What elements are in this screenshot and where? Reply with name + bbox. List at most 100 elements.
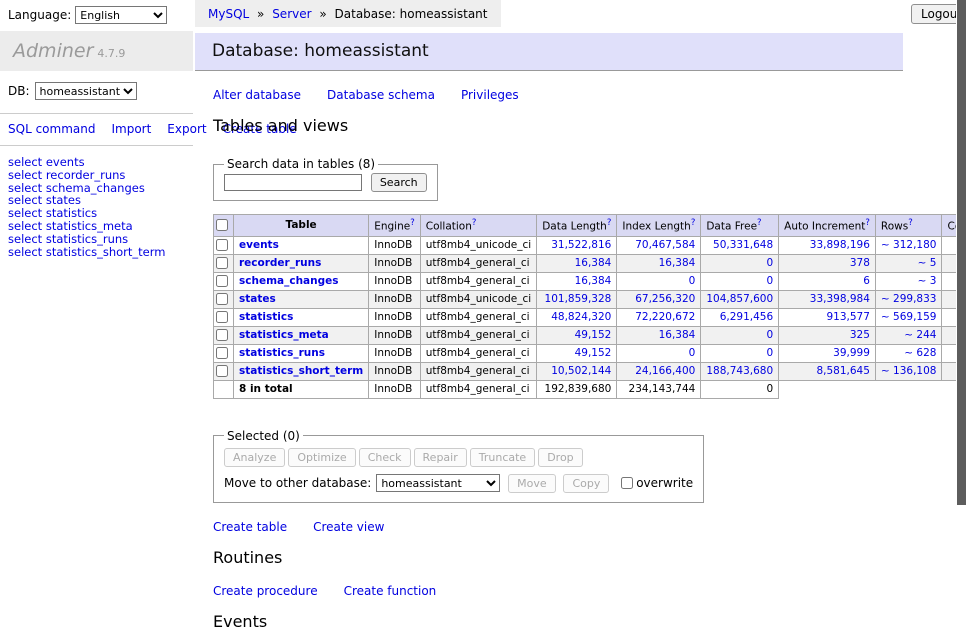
auto-increment-cell: 325: [779, 326, 876, 344]
table-name-cell: statistics_meta: [234, 326, 369, 344]
table-row: schema_changesInnoDButf8mb4_general_ci16…: [214, 272, 966, 290]
search-input[interactable]: [224, 174, 362, 191]
sidebar-item-select-events[interactable]: select events: [8, 156, 185, 169]
scrollbar-thumb[interactable]: [957, 0, 966, 505]
action-link-privileges[interactable]: Privileges: [461, 88, 519, 102]
column-label: Rows: [881, 221, 908, 233]
routine-link-create-procedure[interactable]: Create procedure: [213, 584, 318, 598]
row-checkbox[interactable]: [216, 275, 228, 287]
rows-cell: ~ 299,833: [875, 290, 942, 308]
sidebar-item-select-recorder-runs[interactable]: select recorder_runs: [8, 169, 185, 182]
total-blank-cell: [779, 380, 876, 398]
menu-link-import[interactable]: Import: [111, 122, 151, 136]
breadcrumb-link-mysql[interactable]: MySQL: [208, 7, 249, 21]
table-row: statistics_runsInnoDButf8mb4_general_ci4…: [214, 344, 966, 362]
table-link-schema_changes[interactable]: schema_changes: [239, 275, 339, 287]
table-link-states[interactable]: states: [239, 293, 276, 305]
column-label: Auto Increment: [784, 221, 865, 233]
breadcrumb-link-server[interactable]: Server: [272, 7, 311, 21]
row-checkbox[interactable]: [216, 329, 228, 341]
column-help-link[interactable]: ?: [410, 218, 415, 228]
action-link-alter-database[interactable]: Alter database: [213, 88, 301, 102]
overwrite-checkbox[interactable]: [621, 477, 633, 489]
engine-cell: InnoDB: [369, 308, 421, 326]
column-help-link[interactable]: ?: [908, 218, 913, 228]
drop-button[interactable]: Drop: [538, 448, 582, 467]
breadcrumb-separator: »: [316, 7, 331, 21]
create-link-create-table[interactable]: Create table: [213, 520, 287, 534]
auto-increment-cell: 913,577: [779, 308, 876, 326]
scrollbar[interactable]: [956, 0, 966, 543]
data-free-cell: 6,291,456: [701, 308, 779, 326]
index-length-cell: 24,166,400: [617, 362, 701, 380]
sidebar-item-select-statistics-short-term[interactable]: select statistics_short_term: [8, 246, 185, 259]
auto-increment-cell: 33,398,984: [779, 290, 876, 308]
total-collation-cell: utf8mb4_general_ci: [420, 380, 536, 398]
row-checkbox[interactable]: [216, 365, 228, 377]
column-help-link[interactable]: ?: [757, 218, 762, 228]
table-link-recorder_runs[interactable]: recorder_runs: [239, 257, 321, 269]
engine-cell: InnoDB: [369, 326, 421, 344]
move-db-select[interactable]: homeassistant: [376, 474, 500, 492]
table-link-statistics_runs[interactable]: statistics_runs: [239, 347, 325, 359]
table-link-statistics_meta[interactable]: statistics_meta: [239, 329, 329, 341]
row-checkbox[interactable]: [216, 293, 228, 305]
row-checkbox[interactable]: [216, 257, 228, 269]
menu-link-sql-command[interactable]: SQL command: [8, 122, 95, 136]
repair-button[interactable]: Repair: [414, 448, 467, 467]
check-button[interactable]: Check: [359, 448, 411, 467]
index-length-cell: 70,467,584: [617, 236, 701, 254]
table-link-statistics_short_term[interactable]: statistics_short_term: [239, 365, 363, 377]
table-link-statistics[interactable]: statistics: [239, 311, 293, 323]
truncate-button[interactable]: Truncate: [470, 448, 535, 467]
row-checkbox[interactable]: [216, 311, 228, 323]
table-create-links: Create table Create view: [213, 520, 903, 534]
events-heading: Events: [213, 612, 903, 631]
copy-button[interactable]: Copy: [563, 474, 609, 493]
move-button[interactable]: Move: [508, 474, 556, 493]
data-length-cell: 49,152: [537, 344, 617, 362]
search-button[interactable]: Search: [371, 173, 427, 192]
sidebar-item-select-statistics-meta[interactable]: select statistics_meta: [8, 220, 185, 233]
total-empty-cell: [214, 380, 234, 398]
db-action-links: Alter database Database schema Privileges: [213, 88, 903, 102]
rows-cell: ~ 628: [875, 344, 942, 362]
column-help-link[interactable]: ?: [865, 218, 870, 228]
auto-increment-cell: 378: [779, 254, 876, 272]
routine-link-create-function[interactable]: Create function: [344, 584, 437, 598]
move-label: Move to other database:: [224, 476, 371, 490]
table-link-events[interactable]: events: [239, 239, 279, 251]
column-help-link[interactable]: ?: [472, 218, 477, 228]
analyze-button[interactable]: Analyze: [224, 448, 285, 467]
select-all-cell: [214, 215, 234, 237]
create-link-create-view[interactable]: Create view: [313, 520, 384, 534]
column-help-link[interactable]: ?: [691, 218, 696, 228]
data-free-cell: 0: [701, 326, 779, 344]
row-checkbox-cell: [214, 362, 234, 380]
overwrite-label: overwrite: [636, 476, 693, 490]
db-select[interactable]: homeassistant: [35, 82, 137, 100]
collation-cell: utf8mb4_unicode_ci: [420, 290, 536, 308]
column-header-data-length: Data Length?: [537, 215, 617, 237]
move-row: Move to other database: homeassistant Mov…: [224, 474, 693, 493]
row-checkbox[interactable]: [216, 347, 228, 359]
language-select[interactable]: English: [75, 6, 167, 24]
breadcrumb-current: Database: homeassistant: [335, 7, 488, 21]
index-length-cell: 0: [617, 344, 701, 362]
total-engine-cell: InnoDB: [369, 380, 421, 398]
data-free-cell: 104,857,600: [701, 290, 779, 308]
table-row: statistics_metaInnoDButf8mb4_general_ci4…: [214, 326, 966, 344]
auto-increment-cell: 39,999: [779, 344, 876, 362]
engine-cell: InnoDB: [369, 344, 421, 362]
index-length-cell: 72,220,672: [617, 308, 701, 326]
action-link-database-schema[interactable]: Database schema: [327, 88, 435, 102]
table-row: recorder_runsInnoDButf8mb4_general_ci16,…: [214, 254, 966, 272]
sidebar-item-select-statistics-runs[interactable]: select statistics_runs: [8, 233, 185, 246]
total-data-length-cell: 192,839,680: [537, 380, 617, 398]
column-help-link[interactable]: ?: [607, 218, 612, 228]
optimize-button[interactable]: Optimize: [288, 448, 355, 467]
routines-links: Create procedure Create function: [213, 584, 903, 598]
tables-table: TableEngine?Collation?Data Length?Index …: [213, 214, 966, 399]
select-all-checkbox[interactable]: [216, 219, 228, 231]
row-checkbox[interactable]: [216, 239, 228, 251]
